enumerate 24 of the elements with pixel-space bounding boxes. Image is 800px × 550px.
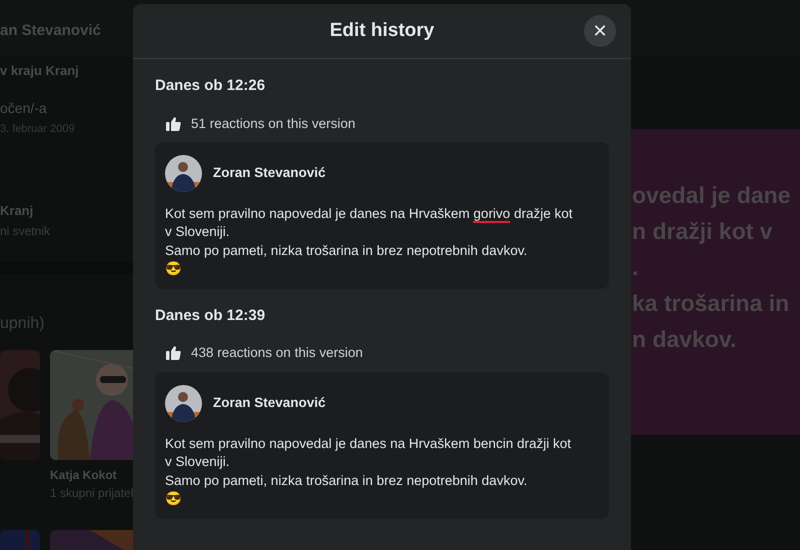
- avatar: [165, 384, 202, 422]
- dialog-title: Edit history: [330, 18, 434, 43]
- work-place: Kranj: [0, 202, 34, 220]
- post-text: Kot sem pravilno napovedal je danes na Hrvaškem gorivo dražje kot v Sloveniji.: [165, 204, 574, 242]
- author-name: Zoran Stevanović: [213, 164, 326, 182]
- like-icon: [166, 116, 181, 131]
- post-text: Kot sem pravilno napovedal je danes na Hrvaškem bencin dražji kot v Sloveniji.: [165, 434, 572, 471]
- location-text: v kraju Kranj: [0, 62, 80, 80]
- friend-name: Katja Kokot: [50, 466, 118, 484]
- post-text-line: .: [632, 253, 640, 282]
- avatar: [165, 154, 202, 192]
- relationship-text: očen/-a: [0, 98, 48, 118]
- reactions-text: 51 reactions on this version: [191, 114, 356, 132]
- version-date: Danes ob 12:39: [155, 306, 266, 326]
- post-text: 😎: [165, 490, 183, 508]
- post-text: Samo po pameti, nizka trošarina in brez nepotrebnih davkov.: [165, 472, 528, 490]
- close-button[interactable]: ✕: [584, 15, 616, 47]
- profile-name: an Stevanović: [0, 21, 101, 41]
- reactions-text: 438 reactions on this version: [191, 344, 363, 362]
- version-date: Danes ob 12:26: [155, 76, 266, 96]
- like-icon: [166, 346, 181, 360]
- post-text: Samo po pameti, nizka trošarina in brez nepotrebnih davkov.: [165, 242, 528, 260]
- author-name: Zoran Stevanović: [213, 394, 326, 412]
- post-text: 😎: [165, 260, 183, 278]
